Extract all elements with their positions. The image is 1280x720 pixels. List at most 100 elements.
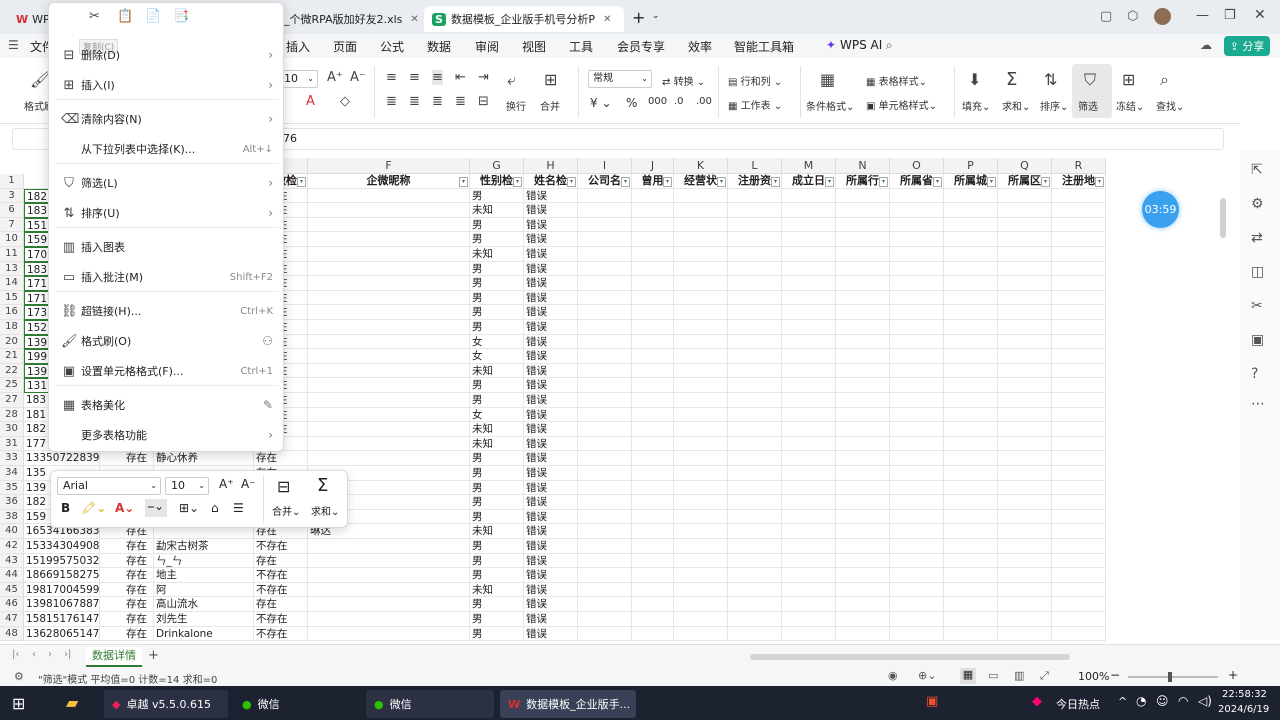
- empty-cell[interactable]: [578, 363, 632, 379]
- empty-cell[interactable]: [836, 582, 890, 598]
- empty-cell[interactable]: [632, 422, 674, 437]
- empty-cell[interactable]: [632, 334, 674, 350]
- empty-cell[interactable]: [1052, 539, 1106, 554]
- empty-cell[interactable]: [998, 524, 1052, 539]
- empty-cell[interactable]: [836, 203, 890, 218]
- filter-button[interactable]: ⛉ 筛选: [1072, 64, 1112, 118]
- nickname-cell[interactable]: 地主: [154, 568, 254, 583]
- empty-cell[interactable]: [728, 626, 782, 642]
- empty-cell[interactable]: [944, 407, 998, 423]
- empty-cell[interactable]: [674, 261, 728, 277]
- align-right-icon[interactable]: ≣: [432, 94, 443, 109]
- empty-cell[interactable]: [782, 582, 836, 598]
- empty-cell[interactable]: [998, 407, 1052, 423]
- paste-special-icon[interactable]: 📑: [173, 9, 189, 24]
- window-icon[interactable]: ▢: [1100, 9, 1112, 24]
- filter-dropdown-icon[interactable]: ▾: [879, 177, 888, 187]
- column-header-M[interactable]: M: [782, 158, 836, 174]
- empty-cell[interactable]: [728, 232, 782, 247]
- empty-cell[interactable]: [782, 509, 836, 525]
- empty-cell[interactable]: [578, 626, 632, 642]
- empty-cell[interactable]: [782, 247, 836, 262]
- empty-cell[interactable]: [728, 378, 782, 393]
- empty-cell[interactable]: [578, 320, 632, 335]
- font-size-field[interactable]: 10 ⌄: [165, 477, 209, 495]
- menu-wps-ai[interactable]: WPS AI: [840, 38, 882, 52]
- empty-cell[interactable]: [998, 320, 1052, 335]
- row-header[interactable]: 46: [0, 597, 24, 612]
- zoom-out-icon[interactable]: −: [1110, 668, 1120, 682]
- minimize-icon[interactable]: —: [1196, 8, 1209, 23]
- wecom-nickname-cell[interactable]: [308, 334, 470, 350]
- thousands-icon[interactable]: 000: [648, 96, 667, 107]
- empty-cell[interactable]: [578, 305, 632, 320]
- empty-cell[interactable]: [674, 524, 728, 539]
- row-header[interactable]: 15: [0, 290, 24, 306]
- empty-cell[interactable]: [1052, 276, 1106, 291]
- row-header[interactable]: 14: [0, 276, 24, 291]
- empty-cell[interactable]: [1052, 422, 1106, 437]
- context-menu-item[interactable]: ▥ 插入图表: [49, 233, 285, 261]
- column-header-Q[interactable]: Q: [998, 158, 1052, 174]
- empty-cell[interactable]: [836, 276, 890, 291]
- sheet-tab-data-detail[interactable]: 数据详情: [86, 647, 142, 667]
- column-header-K[interactable]: K: [674, 158, 728, 174]
- search-icon[interactable]: ⌕: [886, 38, 893, 53]
- zoom-level[interactable]: 100%: [1078, 670, 1109, 683]
- empty-cell[interactable]: [632, 320, 674, 335]
- empty-cell[interactable]: [632, 436, 674, 452]
- today-hot-label[interactable]: 今日热点: [1056, 696, 1100, 712]
- empty-cell[interactable]: [578, 217, 632, 233]
- empty-cell[interactable]: [836, 509, 890, 525]
- empty-cell[interactable]: [890, 407, 944, 423]
- align-left-icon[interactable]: ≣: [386, 94, 397, 109]
- empty-cell[interactable]: [782, 393, 836, 408]
- name-check-cell[interactable]: 错误: [524, 363, 578, 379]
- currency-icon[interactable]: ¥ ⌄: [590, 96, 612, 110]
- empty-cell[interactable]: [890, 451, 944, 466]
- empty-cell[interactable]: [674, 509, 728, 525]
- context-menu-item[interactable]: 更多表格功能 ›: [49, 421, 285, 449]
- empty-cell[interactable]: [782, 349, 836, 364]
- column-header-L[interactable]: L: [728, 158, 782, 174]
- empty-cell[interactable]: [836, 378, 890, 393]
- empty-cell[interactable]: [728, 480, 782, 496]
- empty-cell[interactable]: [632, 553, 674, 569]
- empty-cell[interactable]: [836, 612, 890, 627]
- empty-cell[interactable]: [998, 334, 1052, 350]
- empty-cell[interactable]: [728, 349, 782, 364]
- wecom-nickname-cell[interactable]: [308, 553, 470, 569]
- empty-cell[interactable]: [674, 407, 728, 423]
- tray-chevron-icon[interactable]: ^: [1118, 695, 1127, 708]
- folder-icon[interactable]: ▰: [66, 693, 78, 712]
- name-check-cell[interactable]: 错误: [524, 539, 578, 554]
- more-icon[interactable]: ⋯: [1251, 396, 1265, 412]
- phone-cell[interactable]: 13628065147: [24, 626, 100, 642]
- empty-cell[interactable]: [632, 626, 674, 642]
- fullscreen-icon[interactable]: ⤢: [1040, 669, 1049, 683]
- nickname-cell[interactable]: ㄣ_ㄣ: [154, 553, 254, 569]
- filter-dropdown-icon[interactable]: ▾: [1041, 177, 1050, 187]
- empty-cell[interactable]: [998, 261, 1052, 277]
- empty-cell[interactable]: [998, 393, 1052, 408]
- empty-cell[interactable]: [1052, 524, 1106, 539]
- empty-cell[interactable]: [632, 612, 674, 627]
- empty-cell[interactable]: [728, 422, 782, 437]
- help-icon[interactable]: ?: [1251, 366, 1258, 382]
- highlight-icon[interactable]: 🖍⌄: [81, 501, 106, 515]
- empty-cell[interactable]: [836, 407, 890, 423]
- wechat-exists-cell[interactable]: 存在: [100, 568, 154, 583]
- empty-cell[interactable]: [728, 188, 782, 204]
- name-check-cell[interactable]: 错误: [524, 232, 578, 247]
- empty-cell[interactable]: [890, 334, 944, 350]
- empty-cell[interactable]: [632, 524, 674, 539]
- empty-cell[interactable]: [944, 480, 998, 496]
- row-header[interactable]: 22: [0, 363, 24, 379]
- empty-cell[interactable]: [632, 480, 674, 496]
- empty-cell[interactable]: [998, 612, 1052, 627]
- empty-cell[interactable]: [998, 597, 1052, 612]
- tray-people-icon[interactable]: ☺: [1156, 694, 1169, 708]
- worksheet-button[interactable]: ▦ 工作表 ⌄: [728, 97, 782, 112]
- gender-cell[interactable]: 男: [470, 553, 524, 569]
- context-menu-item[interactable]: 🖌 格式刷(O) ⚇: [49, 327, 285, 355]
